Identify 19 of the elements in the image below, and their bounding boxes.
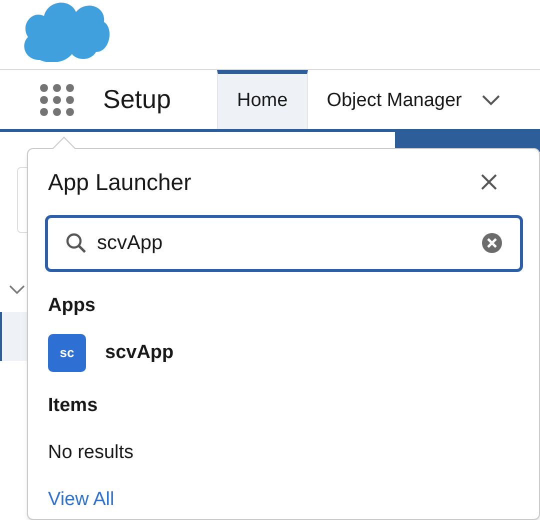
view-all-link[interactable]: View All: [48, 486, 114, 514]
section-heading: Items: [48, 394, 99, 418]
selected-row-background: [0, 312, 30, 361]
app-title: Setup: [103, 83, 171, 116]
chevron-down-icon[interactable]: [9, 285, 25, 295]
app-grid-icon[interactable]: [38, 82, 74, 116]
close-icon[interactable]: [481, 174, 497, 190]
chevron-down-icon[interactable]: [480, 94, 501, 106]
search-icon: [65, 232, 87, 254]
nav-tab[interactable]: Home: [217, 70, 308, 129]
clear-icon[interactable]: [481, 232, 503, 254]
app-item[interactable]: sc scvApp: [48, 334, 519, 372]
search-field[interactable]: scvApp: [45, 214, 523, 272]
nav-tab[interactable]: Object Manager: [308, 70, 481, 129]
app-badge: sc: [48, 334, 86, 372]
section-heading: Apps: [48, 294, 96, 318]
panel-title: App Launcher: [48, 168, 192, 197]
empty-message: No results: [48, 440, 135, 464]
search-input[interactable]: scvApp: [97, 228, 471, 258]
